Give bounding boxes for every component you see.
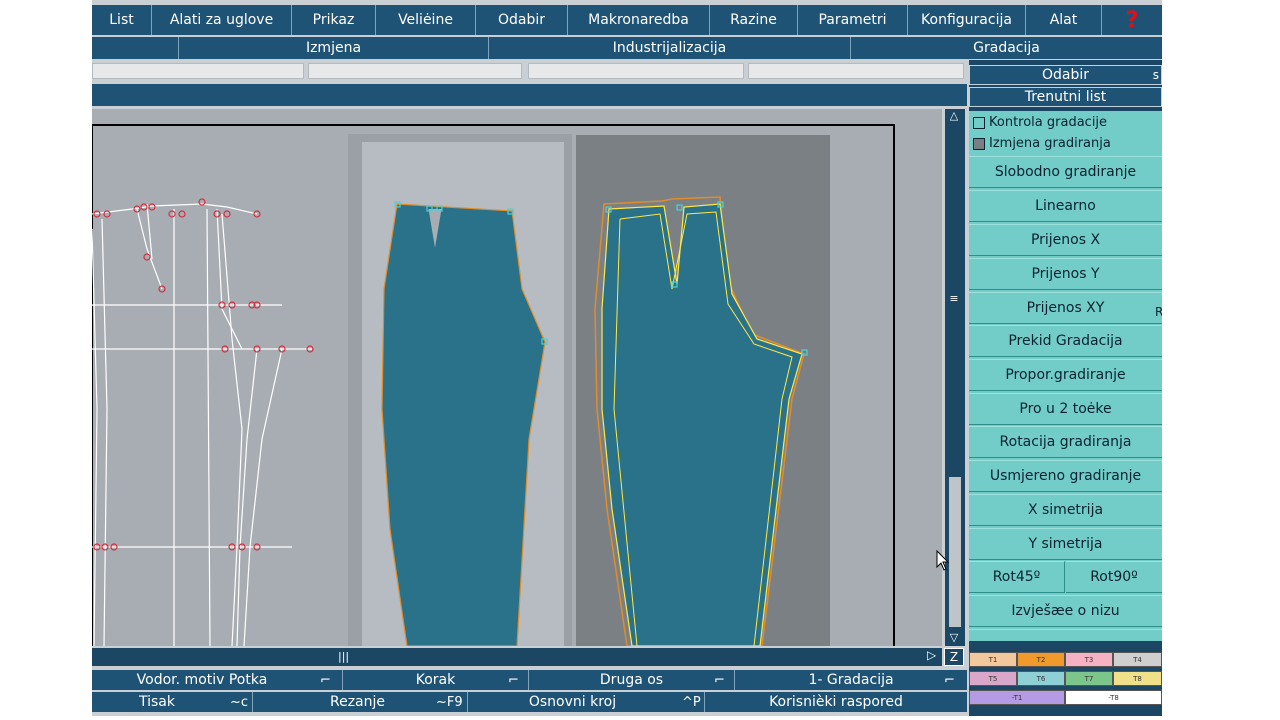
swatch-t6[interactable]: T6: [1017, 671, 1065, 686]
stop-grading-button[interactable]: Prekid Gradacija: [969, 325, 1162, 357]
zoom-button[interactable]: Z: [944, 648, 964, 666]
rotation-grading-button[interactable]: Rotacija gradiranja: [969, 426, 1162, 458]
text-field-1[interactable]: [92, 63, 304, 79]
horizontal-scrollbar[interactable]: |||: [92, 648, 942, 666]
print-button[interactable]: Tisak: [92, 692, 222, 712]
two-points-button[interactable]: Pro u 2 toėke: [969, 393, 1162, 425]
corner-icon: ⌐: [508, 672, 519, 688]
swatch-t2[interactable]: T2: [1017, 652, 1065, 667]
right-panel: Odabir s Trenutni list Kontrola gradacije…: [969, 60, 1162, 716]
swatch-t8[interactable]: T8: [1113, 671, 1162, 686]
checkbox-icon[interactable]: [973, 116, 985, 129]
scroll-thumb[interactable]: [949, 477, 961, 627]
app-window: List Alati za uglove Prikaz Veliėine Oda…: [92, 0, 1162, 716]
mouse-cursor-icon: [936, 550, 950, 571]
x-symmetry-button[interactable]: X simetrija: [969, 494, 1162, 526]
second-axis-button[interactable]: Druga os: [528, 670, 734, 690]
current-sheet-header[interactable]: Trenutni list: [969, 87, 1162, 107]
transfer-y-button[interactable]: Prijenos Y: [969, 258, 1162, 290]
menu-tool[interactable]: Alat: [1026, 5, 1102, 35]
swatch-t3[interactable]: T3: [1065, 652, 1113, 667]
step-button[interactable]: Korak: [342, 670, 528, 690]
help-icon[interactable]: ?: [1102, 5, 1162, 35]
user-layout-button[interactable]: Korisnièki raspored: [704, 692, 967, 712]
submenu-industrialization[interactable]: Industrijalizacija: [488, 37, 850, 59]
bottom-toolbar-row1: Vodor. motiv Potka ⌐ Korak ⌐ Druga os ⌐ …: [92, 670, 967, 690]
grading-control-check[interactable]: Kontrola gradacije: [973, 115, 1107, 130]
corner-icon: ⌐: [944, 672, 955, 688]
checkbox-icon[interactable]: [973, 137, 985, 150]
input-field-row: [92, 60, 967, 82]
swatch-t7[interactable]: T7: [1065, 671, 1113, 686]
submenu-modify[interactable]: Izmjena: [178, 37, 488, 59]
base-pattern-shortcut: ^P: [682, 694, 701, 710]
proportional-grading-button[interactable]: Propor.gradiranje: [969, 359, 1162, 391]
more-button[interactable]: [969, 629, 1162, 641]
scroll-down-icon[interactable]: ▽: [947, 631, 961, 645]
swatch-t4[interactable]: T4: [1113, 652, 1162, 667]
size-swatch-grid: T1 T2 T3 T4 T5 T6 T7 T8 -T1 -T8: [969, 648, 1162, 710]
transfer-xy-button[interactable]: Prijenos XY: [969, 292, 1162, 324]
menu-selection[interactable]: Odabir: [476, 5, 568, 35]
scroll-right-icon[interactable]: ▷: [927, 648, 936, 662]
swatch-minus-t8[interactable]: -T8: [1065, 690, 1162, 705]
free-grading-button[interactable]: Slobodno gradiranje: [969, 156, 1162, 188]
menu-macro[interactable]: Makronaredba: [568, 5, 710, 35]
corner-icon: ⌐: [714, 672, 725, 688]
sub-menu-bar: Izmjena Industrijalizacija Gradacija: [92, 37, 1162, 59]
series-report-button[interactable]: Izvješæe o nizu: [969, 595, 1162, 627]
transfer-x-button[interactable]: Prijenos X: [969, 224, 1162, 256]
base-pattern-button[interactable]: Osnovni kroj: [467, 692, 677, 712]
cutting-shortcut: ~F9: [436, 694, 463, 710]
linear-button[interactable]: Linearno: [969, 190, 1162, 222]
selection-header[interactable]: Odabir s: [969, 65, 1162, 85]
menu-corner-tools[interactable]: Alati za uglove: [152, 5, 292, 35]
status-line: [92, 84, 967, 106]
swatch-t5[interactable]: T5: [969, 671, 1017, 686]
scroll-up-icon[interactable]: △: [947, 109, 961, 123]
cut-label: R: [1155, 305, 1162, 319]
menu-configuration[interactable]: Konfiguracija: [908, 5, 1026, 35]
rot45-button[interactable]: Rot45º: [969, 561, 1065, 593]
text-field-3[interactable]: [528, 63, 744, 79]
bottom-toolbar-row2: Tisak ~c Rezanje ~F9 Osnovni kroj ^P Kor…: [92, 692, 967, 712]
submenu-grading[interactable]: Gradacija: [850, 37, 1162, 59]
directed-grading-button[interactable]: Usmjereno gradiranje: [969, 460, 1162, 492]
text-field-2[interactable]: [308, 63, 522, 79]
menu-layers[interactable]: Razine: [710, 5, 798, 35]
hscroll-grip-icon: |||: [338, 650, 350, 663]
menu-sizes[interactable]: Veliėine: [376, 5, 476, 35]
grading-select-button[interactable]: 1- Gradacija: [734, 670, 967, 690]
rot90-button[interactable]: Rot90º: [1066, 561, 1162, 593]
swatch-t1[interactable]: T1: [969, 652, 1017, 667]
y-symmetry-button[interactable]: Y simetrija: [969, 528, 1162, 560]
text-field-4[interactable]: [748, 63, 964, 79]
menu-parameters[interactable]: Parametri: [798, 5, 908, 35]
grading-change-check[interactable]: Izmjena gradiranja: [973, 136, 1111, 151]
menu-bar: List Alati za uglove Prikaz Veliėine Oda…: [92, 5, 1162, 35]
pattern-drawing: [92, 109, 942, 646]
drawing-canvas[interactable]: [92, 109, 942, 646]
weft-motif-button[interactable]: Vodor. motiv Potka: [92, 670, 312, 690]
menu-list[interactable]: List: [92, 5, 152, 35]
menu-view[interactable]: Prikaz: [292, 5, 376, 35]
corner-icon: ⌐: [320, 672, 331, 688]
scroll-grip-icon: ≡: [949, 292, 959, 305]
cutting-button[interactable]: Rezanje: [252, 692, 462, 712]
grading-tools-panel: Kontrola gradacije Izmjena gradiranja Sl…: [969, 111, 1162, 641]
print-shortcut: ~c: [230, 694, 249, 710]
swatch-minus-t1[interactable]: -T1: [969, 690, 1065, 705]
